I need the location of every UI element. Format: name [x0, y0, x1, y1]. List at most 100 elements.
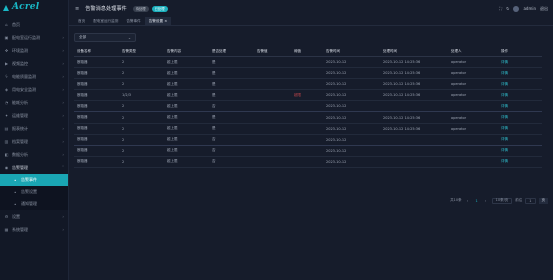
table-cell: 2023-10-12 — [326, 137, 347, 142]
chevron-icon: › — [62, 61, 64, 66]
page-1-button[interactable]: 1 — [474, 198, 480, 204]
logout-link[interactable]: 退出 — [540, 6, 548, 12]
sidebar-item-label: 视频监控 — [12, 60, 28, 66]
column-header: 告警值 — [257, 48, 268, 53]
sidebar-item-label: 报表统计 — [12, 125, 28, 131]
sidebar-item-label: 运维管理 — [12, 112, 28, 118]
chevron-icon: › — [62, 126, 64, 131]
next-page-button[interactable]: › — [483, 198, 489, 204]
sidebar-nav: ⌂ 首页 ▣ 配电室运行监测 › ❖ 环境监测 › ▶ 视频监控 › ϟ 电能质量监测 › ◈ 用电安全监测 ›… — [0, 14, 68, 236]
sidebar-item[interactable]: ▤ 报表统计 › — [0, 122, 68, 135]
prev-page-button[interactable]: ‹ — [465, 198, 471, 204]
table-row: 断路器 2 越上限 否 2023-10-12 详情 — [74, 157, 542, 168]
chevron-icon: › — [62, 152, 64, 157]
sidebar-item[interactable]: ⚙ 设置 › — [0, 210, 68, 223]
table-cell: 2 — [122, 126, 125, 131]
detail-link[interactable]: 详情 — [498, 71, 542, 76]
detail-link[interactable]: 详情 — [498, 104, 542, 109]
handled-badge[interactable]: 已处理 — [151, 5, 168, 12]
sidebar-item[interactable]: ◔ 能耗分析 › — [0, 96, 68, 109]
table-cell: 断路器 — [77, 115, 88, 120]
tab[interactable]: 告警设置 × — [144, 17, 172, 25]
column-header: 阈值 — [294, 48, 301, 53]
shield-icon: ◈ — [4, 87, 9, 92]
detail-link[interactable]: 详情 — [498, 115, 542, 120]
sidebar-item[interactable]: ✦ 运维管理 › — [0, 109, 68, 122]
sidebar-item[interactable]: ⌂ 首页 — [0, 18, 68, 31]
table-cell: 2 — [122, 159, 125, 164]
sidebar-item[interactable]: ❖ 环境监测 › — [0, 44, 68, 57]
table-cell: 越上限 — [167, 81, 178, 86]
table-cell: 2023-10-12 — [326, 71, 347, 76]
table-cell: 是 — [212, 59, 216, 64]
detail-link[interactable]: 详情 — [498, 60, 542, 65]
table-body: 断路器 2 越上限是 2023-10-12 2023-10-12 14:25:36 ope… — [74, 57, 542, 168]
sidebar-subitem[interactable]: • 告警事件 — [0, 174, 68, 186]
column-header: 告警时间 — [326, 48, 340, 53]
goto-page-unit: 页 — [538, 197, 548, 204]
table-cell: 2023-10-12 — [326, 148, 347, 153]
message-icon: • — [14, 202, 17, 207]
status-filter-select[interactable]: 全部 ⌄ — [74, 33, 136, 42]
sidebar-item[interactable]: ◧ 数据分析 › — [0, 148, 68, 161]
table-cell: 2023-10-12 — [326, 104, 347, 109]
sidebar-item[interactable]: ▦ 系统管理 › — [0, 223, 68, 236]
gear-icon: ⚙ — [4, 214, 9, 219]
sidebar-item[interactable]: ◉ 告警管理 ˄ — [0, 161, 68, 174]
refresh-icon[interactable]: ↻ — [506, 6, 509, 11]
detail-link[interactable]: 详情 — [498, 159, 542, 164]
tab[interactable]: 告警事件 — [122, 17, 144, 25]
chevron-icon: › — [62, 214, 64, 219]
goto-page-input[interactable]: 1 — [525, 197, 536, 204]
username[interactable]: admin — [523, 6, 536, 11]
tab[interactable]: 配电室运行监测 — [89, 17, 122, 25]
page-size-select[interactable]: 10条/页 — [491, 197, 513, 204]
logo[interactable]: Acrel — [0, 0, 68, 14]
sidebar-item-label: 系统管理 — [12, 226, 28, 232]
sidebar-item-label: 档案管理 — [12, 138, 28, 144]
detail-link[interactable]: 详情 — [498, 126, 542, 131]
chevron-icon: › — [62, 74, 64, 79]
sidebar-item[interactable]: ◈ 用电安全监测 › — [0, 83, 68, 96]
sidebar-item-label: 首页 — [12, 21, 20, 27]
top-right-tools: ⛶ ↻ admin 退出 — [499, 0, 548, 17]
table-row: 断路器 2 越上限 否 2023-10-12 详情 — [74, 135, 542, 146]
table-cell: 2 — [122, 115, 125, 120]
menu-toggle-icon[interactable]: ≡ — [75, 6, 79, 12]
sidebar-item[interactable]: ▶ 视频监控 › — [0, 57, 68, 70]
fullscreen-icon[interactable]: ⛶ — [499, 6, 502, 11]
sidebar-item[interactable]: ϟ 电能质量监测 › — [0, 70, 68, 83]
table-cell: 越上限 — [167, 126, 178, 131]
table-cell: 是 — [212, 126, 216, 131]
sidebar-item-label: 告警设置 — [21, 189, 37, 194]
table-cell: 断路器 — [77, 103, 88, 108]
column-header: 设备名称 — [77, 48, 91, 53]
avatar[interactable] — [513, 5, 520, 12]
detail-link[interactable]: 详情 — [498, 148, 542, 153]
pending-badge[interactable]: 待处理 — [132, 5, 149, 12]
table-cell: 2 — [122, 104, 125, 109]
table-cell: 超限 — [294, 92, 301, 97]
table-cell: 2023-10-12 — [326, 115, 347, 120]
detail-link[interactable]: 详情 — [498, 93, 542, 98]
table-cell: 2 — [122, 82, 125, 87]
table-cell: 2023-10-12 — [326, 159, 347, 164]
column-header: 处理人 — [451, 48, 462, 53]
logo-text: Acrel — [12, 2, 40, 12]
data-icon: ◧ — [4, 152, 9, 157]
maintenance-icon: ✦ — [4, 113, 9, 118]
sidebar-item[interactable]: ▣ 配电室运行监测 › — [0, 31, 68, 44]
table-cell: 2023-10-12 — [326, 126, 347, 131]
table-cell: operator — [451, 126, 467, 131]
system-icon: ▦ — [4, 227, 9, 232]
table-cell: 越上限 — [167, 59, 178, 64]
sidebar-subitem[interactable]: • 告警设置 — [0, 186, 68, 198]
sidebar-subitem[interactable]: • 通知管理 — [0, 198, 68, 210]
table-cell: 2023-10-12 14:25:36 — [383, 71, 421, 76]
sidebar-item[interactable]: ▥ 档案管理 › — [0, 135, 68, 148]
table-cell: 越上限 — [167, 159, 178, 164]
chevron-icon: › — [62, 87, 64, 92]
detail-link[interactable]: 详情 — [498, 137, 542, 142]
tab[interactable]: 首页 — [74, 17, 89, 25]
detail-link[interactable]: 详情 — [498, 82, 542, 87]
